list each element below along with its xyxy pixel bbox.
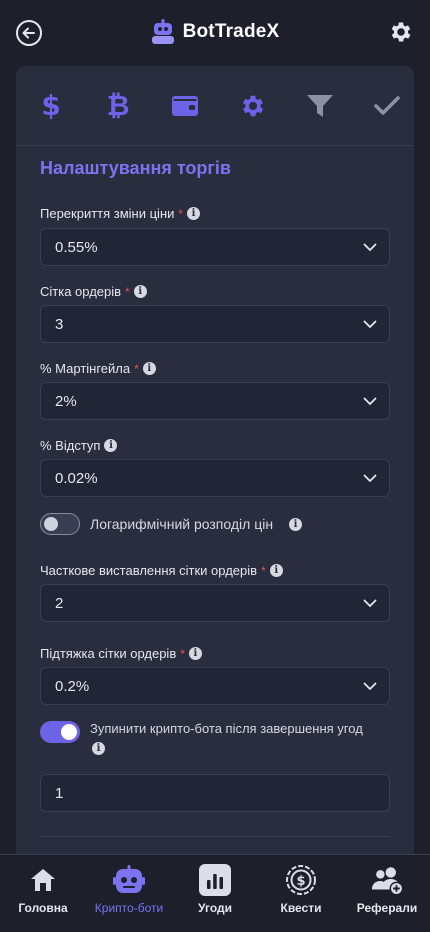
- martingale-select[interactable]: 2%: [40, 382, 390, 420]
- nav-quests[interactable]: $ Квести: [258, 863, 344, 915]
- price-overlap-label-text: Перекриття зміни ціни: [40, 206, 175, 221]
- app-header: BotTradeX: [0, 0, 430, 64]
- home-icon: [31, 869, 55, 891]
- check-icon: [374, 95, 400, 115]
- filter-icon: [306, 94, 333, 117]
- deals-count-value: 1: [55, 784, 64, 802]
- dollar-icon: $: [41, 89, 61, 122]
- required-marker: *: [134, 361, 139, 376]
- chevron-down-icon: [363, 397, 377, 405]
- chart-icon: [199, 864, 231, 896]
- chevron-down-icon: [363, 320, 377, 328]
- robot-icon: [113, 865, 145, 893]
- nav-deals[interactable]: Угоди: [172, 863, 258, 915]
- martingale-value: 2%: [55, 392, 77, 410]
- order-grid-label: Сітка ордерів * i: [40, 284, 147, 299]
- toggle-knob: [61, 724, 77, 740]
- offset-value: 0.02%: [55, 469, 98, 487]
- partial-grid-label: Часткове виставлення сітки ордерів * i: [40, 563, 283, 578]
- order-grid-value: 3: [55, 315, 64, 333]
- settings-tabs: $ ₿: [16, 66, 414, 146]
- tab-bitcoin[interactable]: ₿: [103, 89, 133, 122]
- toggle-knob: [44, 517, 58, 531]
- chevron-down-icon: [363, 599, 377, 607]
- martingale-label: % Мартінгейла * i: [40, 361, 156, 376]
- martingale-label-text: % Мартінгейла: [40, 361, 131, 376]
- log-distribution-row: Логарифмічний розподіл цін i: [40, 513, 303, 535]
- nav-referrals[interactable]: Реферали: [344, 863, 430, 915]
- stop-after-deals-toggle[interactable]: [40, 721, 80, 743]
- chevron-down-icon: [363, 474, 377, 482]
- grid-pullup-label-text: Підтяжка сітки ордерів: [40, 646, 177, 661]
- svg-text:$: $: [296, 874, 305, 889]
- order-grid-select[interactable]: 3: [40, 305, 390, 343]
- offset-label-text: % Відступ: [40, 438, 101, 453]
- settings-gear-icon[interactable]: [388, 19, 414, 45]
- back-button[interactable]: [16, 20, 42, 46]
- info-icon[interactable]: i: [133, 285, 147, 298]
- bitcoin-icon: ₿: [106, 89, 130, 122]
- bottom-nav: Головна Крипто-боти Угоди $ Квести Рефер…: [0, 854, 430, 932]
- info-icon[interactable]: i: [187, 207, 201, 220]
- tab-confirm[interactable]: [372, 91, 402, 121]
- required-marker: *: [180, 646, 185, 661]
- brand: BotTradeX: [151, 19, 280, 45]
- chevron-down-icon: [363, 682, 377, 690]
- deals-count-input[interactable]: 1: [40, 774, 390, 812]
- brand-name: BotTradeX: [182, 21, 280, 42]
- bot-settings-card: $ ₿ Налаштування торгів Перекриття зміни…: [16, 66, 414, 866]
- nav-deals-label: Угоди: [197, 901, 232, 915]
- nav-crypto-bots-label: Крипто-боти: [94, 901, 164, 915]
- info-icon[interactable]: i: [104, 439, 118, 452]
- tab-dollar[interactable]: $: [36, 89, 66, 122]
- section-title: Налаштування торгів: [40, 158, 231, 178]
- offset-label: % Відступ i: [40, 438, 118, 453]
- price-overlap-value: 0.55%: [55, 238, 98, 256]
- users-add-icon: [371, 867, 404, 896]
- grid-pullup-label: Підтяжка сітки ордерів * i: [40, 646, 202, 661]
- stop-after-deals-label: Зупинити крипто-бота після завершення уг…: [90, 721, 363, 736]
- offset-select[interactable]: 0.02%: [40, 459, 390, 497]
- info-icon[interactable]: i: [142, 362, 156, 375]
- nav-home-label: Головна: [18, 901, 68, 915]
- info-icon[interactable]: i: [92, 742, 105, 755]
- nav-referrals-label: Реферали: [356, 901, 418, 915]
- log-distribution-label: Логарифмічний розподіл цін: [90, 516, 274, 532]
- info-icon[interactable]: i: [188, 647, 202, 660]
- stop-after-deals-text: Зупинити крипто-бота після завершення уг…: [90, 721, 363, 755]
- required-marker: *: [125, 284, 130, 299]
- chevron-down-icon: [363, 243, 377, 251]
- coin-icon: $: [286, 865, 316, 895]
- required-marker: *: [261, 563, 266, 578]
- nav-crypto-bots[interactable]: Крипто-боти: [86, 863, 172, 915]
- grid-pullup-select[interactable]: 0.2%: [40, 667, 390, 705]
- price-overlap-label: Перекриття зміни ціни * i: [40, 206, 201, 221]
- info-icon[interactable]: i: [269, 564, 283, 577]
- price-overlap-select[interactable]: 0.55%: [40, 228, 390, 266]
- grid-pullup-value: 0.2%: [55, 677, 90, 695]
- partial-grid-value: 2: [55, 594, 64, 612]
- partial-grid-select[interactable]: 2: [40, 584, 390, 622]
- tab-filter[interactable]: [305, 91, 335, 121]
- order-grid-label-text: Сітка ордерів: [40, 284, 122, 299]
- wallet-icon: [172, 95, 199, 116]
- tab-settings[interactable]: [238, 91, 268, 121]
- partial-grid-label-text: Часткове виставлення сітки ордерів: [40, 563, 258, 578]
- divider: [40, 836, 390, 837]
- nav-home[interactable]: Головна: [0, 863, 86, 915]
- arrow-left-icon: [22, 27, 35, 39]
- info-icon[interactable]: i: [289, 517, 303, 531]
- gear-icon: [242, 95, 263, 116]
- nav-quests-label: Квести: [280, 901, 322, 915]
- robot-logo-icon: [151, 19, 174, 44]
- required-marker: *: [178, 206, 184, 221]
- stop-after-deals-row: Зупинити крипто-бота після завершення уг…: [40, 721, 363, 755]
- log-distribution-toggle[interactable]: [40, 513, 80, 535]
- tab-wallet[interactable]: [170, 91, 200, 121]
